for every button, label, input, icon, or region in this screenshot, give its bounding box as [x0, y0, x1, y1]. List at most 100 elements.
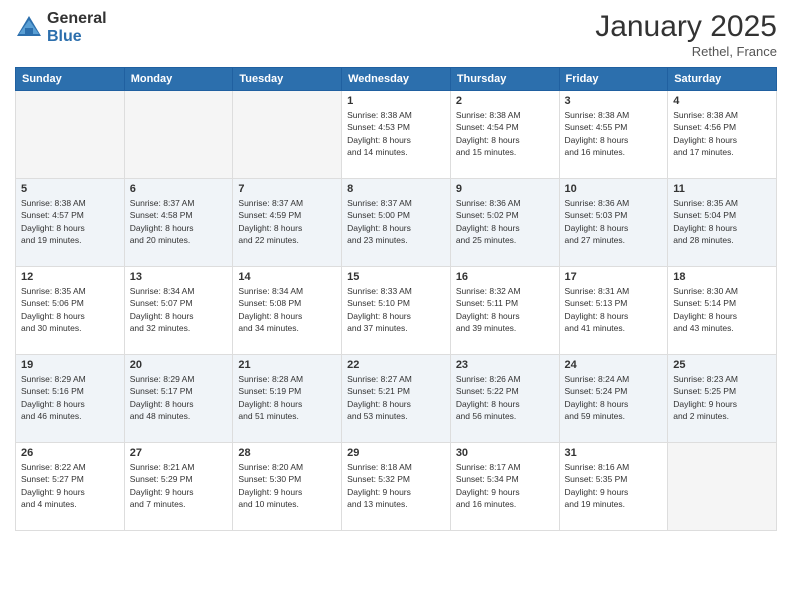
day-info: Sunrise: 8:37 AM Sunset: 4:58 PM Dayligh… [130, 197, 228, 246]
day-info: Sunrise: 8:37 AM Sunset: 5:00 PM Dayligh… [347, 197, 445, 246]
day-info: Sunrise: 8:32 AM Sunset: 5:11 PM Dayligh… [456, 285, 554, 334]
calendar-cell-w3-d6: 17Sunrise: 8:31 AM Sunset: 5:13 PM Dayli… [559, 267, 668, 355]
calendar-cell-w1-d3 [233, 91, 342, 179]
day-info: Sunrise: 8:34 AM Sunset: 5:07 PM Dayligh… [130, 285, 228, 334]
calendar-cell-w2-d1: 5Sunrise: 8:38 AM Sunset: 4:57 PM Daylig… [16, 179, 125, 267]
calendar-cell-w5-d5: 30Sunrise: 8:17 AM Sunset: 5:34 PM Dayli… [450, 443, 559, 531]
day-info: Sunrise: 8:16 AM Sunset: 5:35 PM Dayligh… [565, 461, 663, 510]
week-row-4: 19 Sunrise: 8:29 AM Sunset: 5:16 PM Dayli… [16, 355, 777, 443]
calendar-cell-w3-d4: 15 Sunrise: 8:33 AM Sunset: 5:10 PM Dayli… [342, 267, 451, 355]
day-info: Sunrise: 8:22 AM Sunset: 5:27 PM Dayligh… [21, 461, 119, 510]
day-number: 10 [565, 183, 663, 195]
week-row-2: 5Sunrise: 8:38 AM Sunset: 4:57 PM Daylig… [16, 179, 777, 267]
day-info: Sunrise: 8:34 AM Sunset: 5:08 PM Dayligh… [238, 285, 336, 334]
calendar-cell-w4-d1: 19 Sunrise: 8:29 AM Sunset: 5:16 PM Dayli… [16, 355, 125, 443]
day-number: 16 [456, 271, 554, 283]
day-info: Sunrise: 8:23 AM Sunset: 5:25 PM Dayligh… [673, 373, 771, 422]
logo-text: General Blue [47, 10, 107, 45]
day-number: 13 [130, 271, 228, 283]
day-info: Sunrise: 8:36 AM Sunset: 5:03 PM Dayligh… [565, 197, 663, 246]
day-info: Sunrise: 8:38 AM Sunset: 4:57 PM Dayligh… [21, 197, 119, 246]
day-number: 26 [21, 447, 119, 459]
day-info: Sunrise: 8:38 AM Sunset: 4:53 PM Dayligh… [347, 109, 445, 158]
day-number: 31 [565, 447, 663, 459]
logo-general: General [47, 10, 107, 28]
col-wednesday: Wednesday [342, 68, 451, 91]
calendar-cell-w4-d4: 22 Sunrise: 8:27 AM Sunset: 5:21 PM Dayli… [342, 355, 451, 443]
calendar-cell-w5-d7 [668, 443, 777, 531]
calendar-cell-w1-d5: 2 Sunrise: 8:38 AM Sunset: 4:54 PM Daylig… [450, 91, 559, 179]
day-number: 21 [238, 359, 336, 371]
calendar-cell-w2-d4: 8 Sunrise: 8:37 AM Sunset: 5:00 PM Daylig… [342, 179, 451, 267]
day-info: Sunrise: 8:18 AM Sunset: 5:32 PM Dayligh… [347, 461, 445, 510]
col-thursday: Thursday [450, 68, 559, 91]
calendar-cell-w3-d3: 14Sunrise: 8:34 AM Sunset: 5:08 PM Dayli… [233, 267, 342, 355]
day-info: Sunrise: 8:30 AM Sunset: 5:14 PM Dayligh… [673, 285, 771, 334]
day-info: Sunrise: 8:35 AM Sunset: 5:06 PM Dayligh… [21, 285, 119, 334]
title-block: January 2025 Rethel, France [595, 10, 777, 59]
day-info: Sunrise: 8:31 AM Sunset: 5:13 PM Dayligh… [565, 285, 663, 334]
day-number: 15 [347, 271, 445, 283]
logo-icon [15, 14, 43, 42]
calendar-cell-w1-d6: 3 Sunrise: 8:38 AM Sunset: 4:55 PM Daylig… [559, 91, 668, 179]
day-number: 3 [565, 95, 663, 107]
day-number: 7 [238, 183, 336, 195]
calendar-cell-w5-d2: 27Sunrise: 8:21 AM Sunset: 5:29 PM Dayli… [124, 443, 233, 531]
day-number: 22 [347, 359, 445, 371]
day-number: 19 [21, 359, 119, 371]
month-title: January 2025 [595, 10, 777, 44]
day-info: Sunrise: 8:27 AM Sunset: 5:21 PM Dayligh… [347, 373, 445, 422]
calendar-cell-w4-d3: 21 Sunrise: 8:28 AM Sunset: 5:19 PM Dayli… [233, 355, 342, 443]
day-info: Sunrise: 8:38 AM Sunset: 4:54 PM Dayligh… [456, 109, 554, 158]
day-number: 27 [130, 447, 228, 459]
calendar-cell-w3-d2: 13 Sunrise: 8:34 AM Sunset: 5:07 PM Dayli… [124, 267, 233, 355]
day-number: 6 [130, 183, 228, 195]
day-number: 8 [347, 183, 445, 195]
col-friday: Friday [559, 68, 668, 91]
calendar-cell-w3-d5: 16 Sunrise: 8:32 AM Sunset: 5:11 PM Dayli… [450, 267, 559, 355]
week-row-3: 12Sunrise: 8:35 AM Sunset: 5:06 PM Dayli… [16, 267, 777, 355]
day-number: 24 [565, 359, 663, 371]
day-info: Sunrise: 8:38 AM Sunset: 4:55 PM Dayligh… [565, 109, 663, 158]
weekday-header-row: Sunday Monday Tuesday Wednesday Thursday… [16, 68, 777, 91]
day-number: 25 [673, 359, 771, 371]
calendar-cell-w2-d2: 6 Sunrise: 8:37 AM Sunset: 4:58 PM Daylig… [124, 179, 233, 267]
day-number: 30 [456, 447, 554, 459]
day-number: 2 [456, 95, 554, 107]
day-info: Sunrise: 8:26 AM Sunset: 5:22 PM Dayligh… [456, 373, 554, 422]
calendar-cell-w2-d6: 10 Sunrise: 8:36 AM Sunset: 5:03 PM Dayli… [559, 179, 668, 267]
calendar-cell-w5-d6: 31 Sunrise: 8:16 AM Sunset: 5:35 PM Dayli… [559, 443, 668, 531]
day-info: Sunrise: 8:37 AM Sunset: 4:59 PM Dayligh… [238, 197, 336, 246]
day-info: Sunrise: 8:28 AM Sunset: 5:19 PM Dayligh… [238, 373, 336, 422]
header: General Blue January 2025 Rethel, France [15, 10, 777, 59]
day-info: Sunrise: 8:24 AM Sunset: 5:24 PM Dayligh… [565, 373, 663, 422]
day-number: 29 [347, 447, 445, 459]
location: Rethel, France [595, 44, 777, 59]
day-number: 11 [673, 183, 771, 195]
day-number: 28 [238, 447, 336, 459]
calendar-cell-w4-d6: 24 Sunrise: 8:24 AM Sunset: 5:24 PM Dayli… [559, 355, 668, 443]
week-row-1: 1Sunrise: 8:38 AM Sunset: 4:53 PM Daylig… [16, 91, 777, 179]
calendar-cell-w5-d1: 26 Sunrise: 8:22 AM Sunset: 5:27 PM Dayli… [16, 443, 125, 531]
calendar-cell-w4-d2: 20 Sunrise: 8:29 AM Sunset: 5:17 PM Dayli… [124, 355, 233, 443]
day-number: 20 [130, 359, 228, 371]
calendar-cell-w1-d1 [16, 91, 125, 179]
day-info: Sunrise: 8:35 AM Sunset: 5:04 PM Dayligh… [673, 197, 771, 246]
week-row-5: 26 Sunrise: 8:22 AM Sunset: 5:27 PM Dayli… [16, 443, 777, 531]
col-sunday: Sunday [16, 68, 125, 91]
day-info: Sunrise: 8:20 AM Sunset: 5:30 PM Dayligh… [238, 461, 336, 510]
day-info: Sunrise: 8:38 AM Sunset: 4:56 PM Dayligh… [673, 109, 771, 158]
day-info: Sunrise: 8:29 AM Sunset: 5:17 PM Dayligh… [130, 373, 228, 422]
day-info: Sunrise: 8:36 AM Sunset: 5:02 PM Dayligh… [456, 197, 554, 246]
calendar-cell-w5-d4: 29 Sunrise: 8:18 AM Sunset: 5:32 PM Dayli… [342, 443, 451, 531]
calendar-cell-w4-d7: 25 Sunrise: 8:23 AM Sunset: 5:25 PM Dayli… [668, 355, 777, 443]
calendar-cell-w1-d2 [124, 91, 233, 179]
calendar-cell-w5-d3: 28 Sunrise: 8:20 AM Sunset: 5:30 PM Dayli… [233, 443, 342, 531]
day-info: Sunrise: 8:29 AM Sunset: 5:16 PM Dayligh… [21, 373, 119, 422]
calendar-cell-w4-d5: 23Sunrise: 8:26 AM Sunset: 5:22 PM Dayli… [450, 355, 559, 443]
day-number: 18 [673, 271, 771, 283]
calendar-cell-w2-d7: 11 Sunrise: 8:35 AM Sunset: 5:04 PM Dayli… [668, 179, 777, 267]
day-info: Sunrise: 8:33 AM Sunset: 5:10 PM Dayligh… [347, 285, 445, 334]
calendar-cell-w3-d1: 12Sunrise: 8:35 AM Sunset: 5:06 PM Dayli… [16, 267, 125, 355]
day-number: 9 [456, 183, 554, 195]
